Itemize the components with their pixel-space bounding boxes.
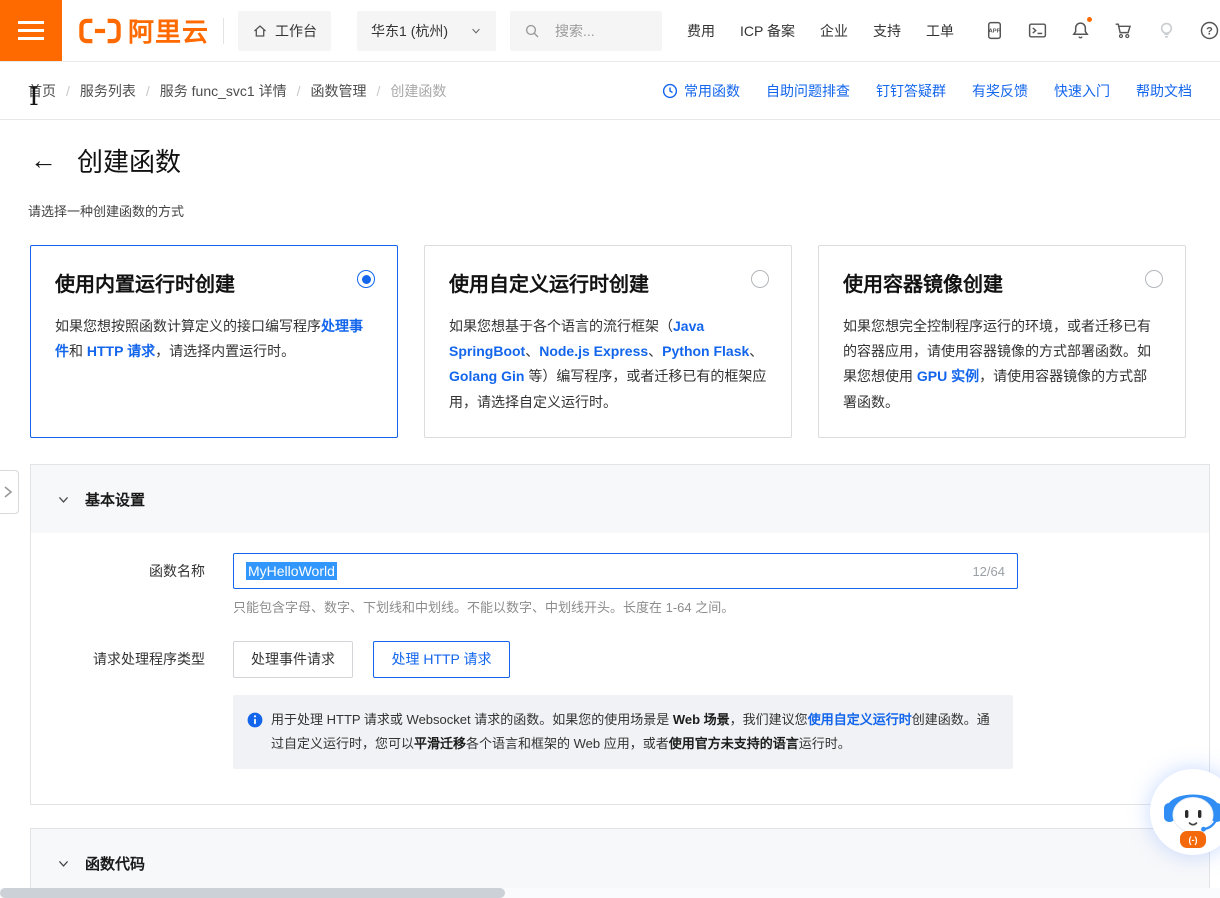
cloudshell-terminal-icon[interactable] xyxy=(1027,20,1048,41)
card-title: 使用自定义运行时创建 xyxy=(449,268,767,297)
inline-link[interactable]: Golang Gin xyxy=(449,368,524,384)
page-title: 创建函数 xyxy=(77,142,181,179)
card-description: 如果您想按照函数计算定义的接口编写程序处理事件和 HTTP 请求，请选择内置运行… xyxy=(55,314,373,364)
common-functions-link[interactable]: 常用函数 xyxy=(662,81,740,101)
card-container-image[interactable]: 使用容器镜像创建 如果您想完全控制程序运行的环境，或者迁移已有的容器应用，请使用… xyxy=(818,245,1186,438)
handle-http-request-button[interactable]: 处理 HTTP 请求 xyxy=(373,641,509,678)
chevron-down-icon xyxy=(57,493,70,506)
region-value: 华东1 (杭州) xyxy=(371,21,448,41)
mobile-app-icon[interactable]: APP xyxy=(984,20,1005,41)
radio-unselected-icon[interactable] xyxy=(751,270,769,288)
card-custom-runtime[interactable]: 使用自定义运行时创建 如果您想基于各个语言的流行框架（Java SpringBo… xyxy=(424,245,792,438)
workbench-label: 工作台 xyxy=(275,21,317,41)
card-description: 如果您想完全控制程序运行的环境，或者迁移已有的容器应用，请使用容器镜像的方式部署… xyxy=(843,314,1161,415)
aliyun-brackets-icon xyxy=(78,17,122,45)
cart-icon[interactable] xyxy=(1113,20,1134,41)
search-input[interactable]: 搜索... xyxy=(510,11,662,51)
home-icon xyxy=(252,23,268,39)
function-name-hint: 只能包含字母、数字、下划线和中划线。不能以数字、中划线开头。长度在 1-64 之… xyxy=(233,597,1209,616)
topbar-item-billing[interactable]: 费用 xyxy=(687,21,715,41)
workbench-button[interactable]: 工作台 xyxy=(238,11,331,51)
divider xyxy=(223,18,224,44)
char-counter: 12/64 xyxy=(972,564,1005,579)
basic-settings-header[interactable]: 基本设置 xyxy=(31,465,1209,533)
self-troubleshoot-link[interactable]: 自助问题排查 xyxy=(766,81,850,101)
notification-dot xyxy=(1086,16,1093,23)
horizontal-scrollbar xyxy=(0,888,1220,898)
breadcrumb: 首页 / 服务列表 / 服务 func_svc1 详情 / 函数管理 / 创建函… xyxy=(28,81,446,101)
feedback-link[interactable]: 有奖反馈 xyxy=(972,81,1028,101)
aliyun-logo[interactable]: 阿里云 xyxy=(78,12,209,49)
horizontal-scrollbar-thumb[interactable] xyxy=(0,888,505,898)
breadcrumb-current: 创建函数 xyxy=(390,81,446,101)
svg-text:(-): (-) xyxy=(1189,835,1198,845)
help-icon[interactable]: ? xyxy=(1199,20,1220,41)
inline-link[interactable]: HTTP 请求 xyxy=(87,343,155,359)
function-name-label: 函数名称 xyxy=(31,553,233,589)
card-description: 如果您想基于各个语言的流行框架（Java SpringBoot、Node.js … xyxy=(449,314,767,415)
creation-method-cards: 使用内置运行时创建 如果您想按照函数计算定义的接口编写程序处理事件和 HTTP … xyxy=(30,245,1186,438)
card-title: 使用容器镜像创建 xyxy=(843,268,1161,297)
topbar-item-support[interactable]: 支持 xyxy=(873,21,901,41)
http-handler-info-box: 用于处理 HTTP 请求或 Websocket 请求的函数。如果您的使用场景是 … xyxy=(233,695,1013,769)
radio-selected-icon[interactable] xyxy=(357,270,375,288)
svg-text:APP: APP xyxy=(988,29,1000,35)
topbar-item-ticket[interactable]: 工单 xyxy=(926,21,954,41)
function-code-header[interactable]: 函数代码 xyxy=(31,829,1209,897)
chevron-down-icon xyxy=(470,25,482,37)
inline-link[interactable]: GPU 实例 xyxy=(917,368,979,384)
radio-unselected-icon[interactable] xyxy=(1145,270,1163,288)
hamburger-menu-button[interactable] xyxy=(0,0,62,62)
quick-start-link[interactable]: 快速入门 xyxy=(1054,81,1110,101)
notifications-bell-icon[interactable] xyxy=(1070,20,1091,41)
lightbulb-icon[interactable] xyxy=(1156,20,1177,41)
card-builtin-runtime[interactable]: 使用内置运行时创建 如果您想按照函数计算定义的接口编写程序处理事件和 HTTP … xyxy=(30,245,398,438)
dingtalk-group-link[interactable]: 钉钉答疑群 xyxy=(876,81,946,101)
help-docs-link[interactable]: 帮助文档 xyxy=(1136,81,1192,101)
breadcrumb-service-list[interactable]: 服务列表 xyxy=(80,81,136,101)
hamburger-icon xyxy=(18,21,44,24)
topbar-item-icp[interactable]: ICP 备案 xyxy=(740,21,795,41)
clock-icon xyxy=(662,83,678,99)
breadcrumb-function-manage[interactable]: 函数管理 xyxy=(311,81,367,101)
page-help-links: 常用函数 自助问题排查 钉钉答疑群 有奖反馈 快速入门 帮助文档 xyxy=(636,81,1192,101)
chevron-down-icon xyxy=(57,857,70,870)
robot-avatar-icon: (-) xyxy=(1157,776,1220,848)
aliyun-logo-text: 阿里云 xyxy=(128,12,209,49)
page-subtitle: 请选择一种创建函数的方式 xyxy=(0,179,1220,220)
function-name-value: MyHelloWorld xyxy=(246,562,337,580)
section-title: 函数代码 xyxy=(85,853,145,874)
svg-text:?: ? xyxy=(1206,25,1213,37)
search-icon xyxy=(524,23,540,39)
sidebar-expand-handle[interactable] xyxy=(0,470,19,514)
chevron-right-icon xyxy=(2,485,14,499)
breadcrumb-bar: 首页 / 服务列表 / 服务 func_svc1 详情 / 函数管理 / 创建函… xyxy=(0,62,1220,120)
breadcrumb-home[interactable]: 首页 xyxy=(28,81,56,101)
topbar-right: 费用 ICP 备案 企业 支持 工单 APP ? xyxy=(662,0,1220,62)
top-navbar: 阿里云 工作台 华东1 (杭州) 搜索... 费用 ICP 备案 企业 支持 工… xyxy=(0,0,1220,62)
section-title: 基本设置 xyxy=(85,489,145,510)
back-button[interactable]: ← xyxy=(30,147,57,174)
handler-type-label: 请求处理程序类型 xyxy=(31,641,233,678)
region-selector[interactable]: 华东1 (杭州) xyxy=(357,11,496,51)
info-icon xyxy=(247,712,263,756)
inline-link[interactable]: Node.js Express xyxy=(539,343,648,359)
inline-link[interactable]: Python Flask xyxy=(662,343,749,359)
info-text: 用于处理 HTTP 请求或 Websocket 请求的函数。如果您的使用场景是 … xyxy=(271,708,995,756)
search-placeholder: 搜索... xyxy=(555,21,595,41)
breadcrumb-service-detail[interactable]: 服务 func_svc1 详情 xyxy=(160,81,287,101)
inline-link[interactable]: 使用自定义运行时 xyxy=(808,712,912,727)
topbar-item-enterprise[interactable]: 企业 xyxy=(820,21,848,41)
function-name-input[interactable]: MyHelloWorld 12/64 xyxy=(233,553,1018,589)
basic-settings-panel: 基本设置 函数名称 MyHelloWorld 12/64 只能包含字母、数字、下… xyxy=(30,464,1210,805)
handle-event-request-button[interactable]: 处理事件请求 xyxy=(233,641,353,678)
card-title: 使用内置运行时创建 xyxy=(55,268,373,297)
